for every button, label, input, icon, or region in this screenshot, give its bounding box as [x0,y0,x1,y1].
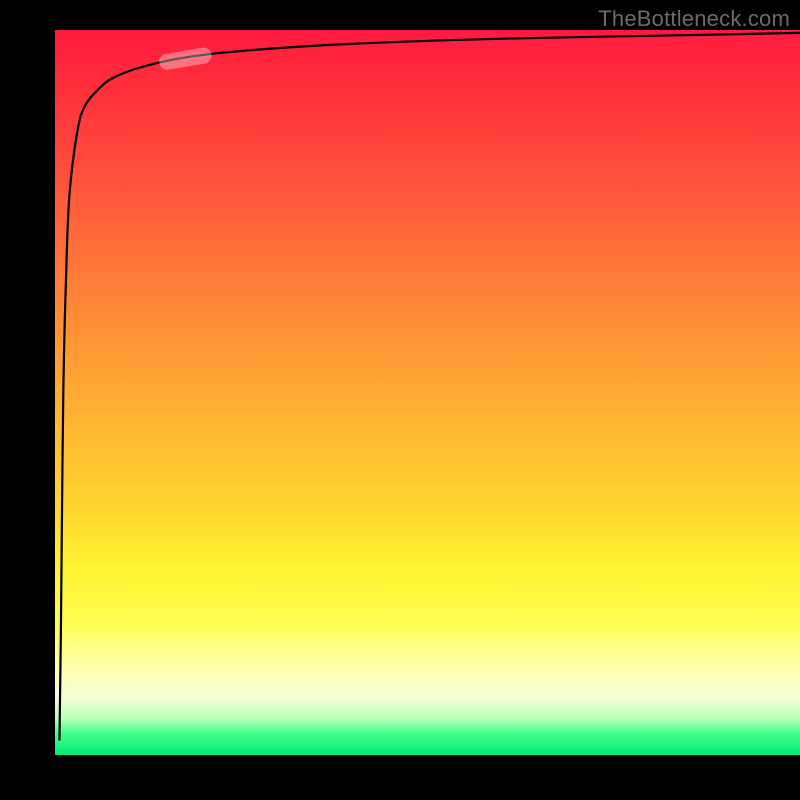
canvas: TheBottleneck.com [0,0,800,800]
highlight-capsule [158,46,213,71]
plot-area [55,30,800,755]
curve-line [59,33,800,741]
curve-svg [55,30,800,755]
watermark-text: TheBottleneck.com [598,6,790,32]
